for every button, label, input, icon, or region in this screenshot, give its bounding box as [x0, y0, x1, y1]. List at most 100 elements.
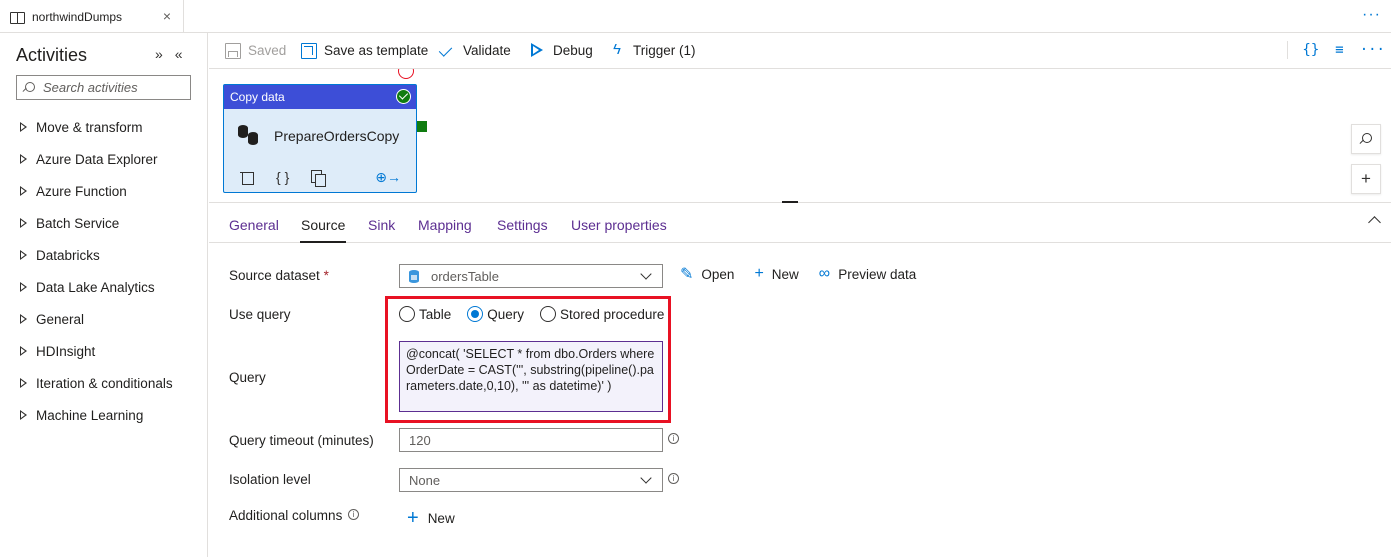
copy-data-activity[interactable]: Copy data PrepareOrdersCopy { } ⊕→ [223, 84, 417, 193]
trigger-button[interactable]: ϟ Trigger (1) [609, 33, 696, 67]
sidebar-item-general[interactable]: General [20, 303, 173, 335]
collapse-all-icon[interactable]: » [155, 46, 163, 62]
save-template-label: Save as template [324, 42, 429, 58]
expand-icon [20, 409, 27, 421]
sidebar-item-iteration-conditionals[interactable]: Iteration & conditionals [20, 367, 173, 399]
code-icon[interactable]: {} [1302, 42, 1319, 58]
lightning-icon: ϟ [613, 41, 621, 58]
search-icon [23, 81, 35, 94]
add-column-button[interactable]: + New [407, 507, 455, 529]
dataset-icon [409, 269, 419, 283]
close-icon[interactable]: × [163, 9, 171, 23]
activity-name: PrepareOrdersCopy [274, 128, 400, 144]
failure-port-icon[interactable] [398, 69, 414, 79]
info-icon[interactable]: i [348, 509, 359, 520]
clone-icon[interactable] [311, 169, 327, 187]
validate-button[interactable]: Validate [439, 33, 511, 67]
tab-general[interactable]: General [229, 217, 279, 233]
sidebar-item-databricks[interactable]: Databricks [20, 239, 173, 271]
sidebar-item-label: Data Lake Analytics [36, 279, 155, 295]
more-icon[interactable]: ··· [1362, 6, 1381, 24]
sidebar-item-azure-data-explorer[interactable]: Azure Data Explorer [20, 143, 173, 175]
search-input[interactable] [43, 80, 183, 95]
sidebar-item-azure-function[interactable]: Azure Function [20, 175, 173, 207]
query-label: Query [229, 370, 266, 385]
trigger-label: Trigger (1) [633, 42, 696, 58]
sidebar-item-batch-service[interactable]: Batch Service [20, 207, 173, 239]
tab-northwinddumps[interactable]: northwindDumps × [0, 0, 184, 33]
radio-circle [467, 306, 484, 322]
source-dataset-value: ordersTable [431, 268, 499, 284]
sidebar-item-machine-learning[interactable]: Machine Learning [20, 399, 173, 431]
save-icon [224, 42, 241, 59]
preview-data-button[interactable]: ∞ Preview data [819, 265, 916, 283]
pencil-icon: ✎ [680, 266, 694, 283]
preview-label: Preview data [838, 266, 917, 282]
radio-query-label: Query [487, 306, 525, 322]
tab-source[interactable]: Source [299, 217, 347, 243]
pipeline-canvas[interactable]: Copy data PrepareOrdersCopy { } ⊕→ + [209, 69, 1391, 203]
document-tabstrip: northwindDumps × ··· [0, 0, 1391, 33]
pipeline-icon [10, 11, 25, 24]
activities-sidebar: Activities » « Move & transform Azure Da… [0, 33, 208, 557]
new-dataset-button[interactable]: + New [754, 265, 798, 283]
saved-button[interactable]: Saved [224, 33, 286, 67]
tab-sink[interactable]: Sink [368, 217, 395, 233]
sidebar-item-move-transform[interactable]: Move & transform [20, 111, 173, 143]
open-dataset-button[interactable]: ✎ Open [680, 264, 734, 284]
zoom-in-button[interactable]: + [1351, 164, 1381, 194]
glasses-icon: ∞ [818, 265, 831, 282]
expand-icon [20, 153, 27, 165]
chevron-up-icon[interactable] [1368, 216, 1381, 229]
sidebar-item-label: Batch Service [36, 215, 120, 231]
sidebar-item-label: Azure Data Explorer [36, 151, 158, 167]
sidebar-title: Activities [16, 45, 88, 65]
search-activities[interactable] [16, 75, 191, 100]
sidebar-item-label: Machine Learning [36, 407, 144, 423]
use-query-radio-group: Table Query Stored procedure [399, 306, 680, 322]
checkmark-icon [439, 42, 455, 58]
open-label: Open [701, 266, 735, 282]
sidebar-item-data-lake-analytics[interactable]: Data Lake Analytics [20, 271, 173, 303]
query-timeout-input[interactable]: 120 [399, 428, 663, 452]
source-dataset-dropdown[interactable]: ordersTable [399, 264, 663, 288]
zoom-search-button[interactable] [1351, 124, 1381, 154]
properties-icon[interactable]: ≡ [1335, 42, 1343, 58]
radio-circle [399, 306, 415, 322]
sidebar-item-label: Azure Function [36, 183, 127, 199]
source-dataset-label: Source dataset * [229, 268, 329, 283]
save-as-template-button[interactable]: Save as template [300, 33, 428, 67]
radio-table[interactable]: Table [399, 306, 451, 322]
dataset-actions: ✎ Open + New ∞ Preview data [680, 264, 936, 284]
info-icon[interactable]: i [668, 433, 679, 444]
expand-icon [20, 121, 27, 133]
canvas-tools: + [1351, 124, 1381, 202]
plus-icon: + [407, 507, 419, 529]
sidebar-item-label: HDInsight [36, 343, 96, 359]
add-column-label: New [427, 510, 455, 526]
debug-button[interactable]: Debug [529, 33, 593, 67]
query-timeout-label: Query timeout (minutes) [229, 433, 374, 448]
query-editor[interactable]: @concat( 'SELECT * from dbo.Orders where… [399, 341, 663, 412]
collapse-sidebar-icon[interactable]: « [175, 46, 183, 62]
sidebar-item-hdinsight[interactable]: HDInsight [20, 335, 173, 367]
code-icon[interactable]: { } [276, 169, 289, 185]
radio-query[interactable]: Query [467, 306, 524, 322]
tab-user-properties[interactable]: User properties [571, 217, 667, 233]
success-port[interactable] [417, 121, 427, 132]
isolation-level-dropdown[interactable]: None [399, 468, 663, 492]
tab-settings[interactable]: Settings [497, 217, 548, 233]
radio-stored-procedure[interactable]: Stored procedure [540, 306, 664, 322]
activity-header: Copy data [224, 85, 416, 109]
sidebar-item-label: General [36, 311, 85, 327]
tab-mapping[interactable]: Mapping [418, 217, 472, 233]
delete-icon[interactable] [240, 170, 254, 185]
search-icon [1360, 133, 1372, 145]
tab-title: northwindDumps [32, 9, 123, 24]
more-icon[interactable]: ··· [1360, 42, 1385, 58]
panel-splitter[interactable] [782, 201, 798, 203]
add-output-icon[interactable]: ⊕→ [375, 169, 401, 186]
expand-icon [20, 249, 27, 261]
info-icon[interactable]: i [668, 473, 679, 484]
expand-icon [20, 281, 27, 293]
